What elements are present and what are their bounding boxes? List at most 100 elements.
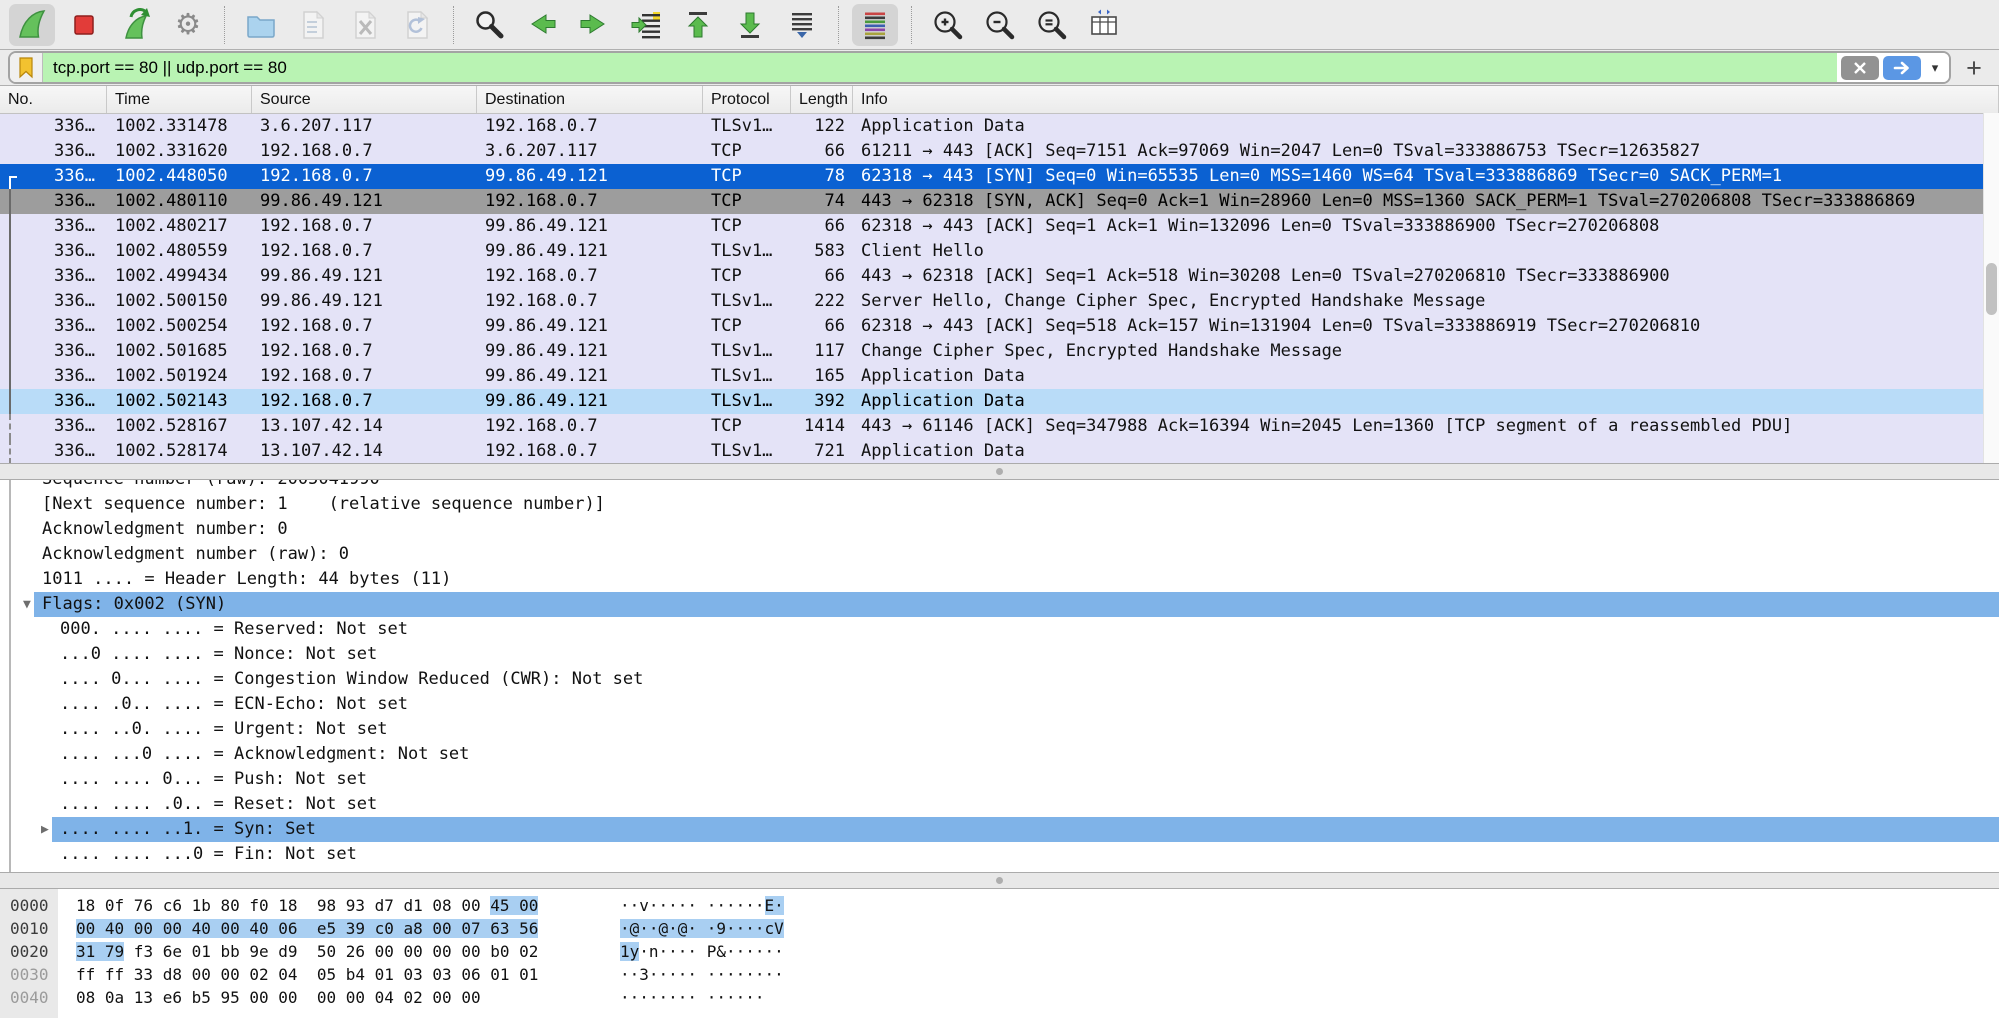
- hex-row[interactable]: 000018 0f 76 c6 1b 80 f0 18 98 93 d7 d1 …: [0, 894, 1999, 917]
- packet-list-scrollbar[interactable]: [1983, 113, 1999, 463]
- detail-line[interactable]: ▼Flags: 0x002 (SYN): [0, 592, 1999, 617]
- filter-apply-button[interactable]: [1883, 56, 1921, 80]
- next-packet-button[interactable]: [571, 4, 617, 46]
- expand-arrow-icon[interactable]: ▼: [23, 592, 31, 617]
- save-file-button[interactable]: [290, 4, 336, 46]
- column-header-length[interactable]: Length: [791, 86, 853, 113]
- bookmark-icon[interactable]: [10, 53, 43, 82]
- display-filter-field[interactable]: tcp.port == 80 || udp.port == 80 ▾: [8, 51, 1951, 84]
- packet-row[interactable]: 336…1002.52817413.107.42.14192.168.0.7TL…: [0, 439, 1999, 463]
- column-header-info[interactable]: Info: [853, 86, 1999, 113]
- open-file-button[interactable]: [238, 4, 284, 46]
- filter-add-button[interactable]: +: [1957, 52, 1991, 84]
- go-to-packet-button[interactable]: [623, 4, 669, 46]
- hex-ascii[interactable]: 1y·n···· P&······: [620, 940, 784, 963]
- column-header-source[interactable]: Source: [252, 86, 477, 113]
- packet-row[interactable]: 336…1002.502143192.168.0.799.86.49.121TL…: [0, 389, 1999, 414]
- capture-options-button[interactable]: ⚙: [165, 4, 211, 46]
- start-capture-button[interactable]: [9, 4, 55, 46]
- stop-icon: [67, 8, 101, 42]
- hex-bytes[interactable]: 00 40 00 00 40 00 40 06 e5 39 c0 a8 00 0…: [76, 917, 538, 940]
- column-header-no[interactable]: No.: [0, 86, 107, 113]
- hex-row[interactable]: 004008 0a 13 e6 b5 95 00 00 00 00 04 02 …: [0, 986, 1999, 1009]
- column-header-protocol[interactable]: Protocol: [703, 86, 791, 113]
- expand-arrow-icon[interactable]: ▶: [41, 817, 49, 842]
- column-header-destination[interactable]: Destination: [477, 86, 703, 113]
- find-packet-button[interactable]: [467, 4, 513, 46]
- zoom-reset-button[interactable]: [1029, 4, 1075, 46]
- packet-row[interactable]: 336…1002.52816713.107.42.14192.168.0.7TC…: [0, 414, 1999, 439]
- packet-row[interactable]: 336…1002.501685192.168.0.799.86.49.121TL…: [0, 339, 1999, 364]
- zoom-in-button[interactable]: [925, 4, 971, 46]
- cell-proto: TCP: [703, 414, 791, 439]
- hex-ascii[interactable]: ·@··@·@· ·9····cV: [620, 917, 784, 940]
- zoom-out-button[interactable]: [977, 4, 1023, 46]
- cell-info: Application Data: [853, 364, 1999, 389]
- hex-row[interactable]: 002031 79 f3 6e 01 bb 9e d9 50 26 00 00 …: [0, 940, 1999, 963]
- detail-line[interactable]: .... .... 0... = Push: Not set: [0, 767, 1999, 792]
- detail-line[interactable]: .... 0... .... = Congestion Window Reduc…: [0, 667, 1999, 692]
- filter-clear-button[interactable]: [1841, 56, 1879, 80]
- cell-proto: TCP: [703, 139, 791, 164]
- chevron-down-icon: ▾: [1932, 60, 1939, 76]
- hex-ascii[interactable]: ········ ······: [620, 986, 765, 1009]
- column-header-time[interactable]: Time: [107, 86, 252, 113]
- cell-proto: TCP: [703, 264, 791, 289]
- filter-input[interactable]: tcp.port == 80 || udp.port == 80: [43, 53, 1837, 82]
- restart-capture-button[interactable]: [113, 4, 159, 46]
- detail-line[interactable]: 000. .... .... = Reserved: Not set: [0, 617, 1999, 642]
- close-file-button[interactable]: [342, 4, 388, 46]
- cell-info: 62318 → 443 [SYN] Seq=0 Win=65535 Len=0 …: [853, 164, 1999, 189]
- scrollbar-thumb[interactable]: [1986, 263, 1997, 315]
- packet-row[interactable]: 336…1002.501924192.168.0.799.86.49.121TL…: [0, 364, 1999, 389]
- packet-row[interactable]: 336…1002.448050192.168.0.799.86.49.121TC…: [0, 164, 1999, 189]
- hex-row[interactable]: 001000 40 00 00 40 00 40 06 e5 39 c0 a8 …: [0, 917, 1999, 940]
- hex-bytes[interactable]: 18 0f 76 c6 1b 80 f0 18 98 93 d7 d1 08 0…: [76, 894, 538, 917]
- cell-info: 61211 → 443 [ACK] Seq=7151 Ack=97069 Win…: [853, 139, 1999, 164]
- bookmark-ribbon-icon: [17, 57, 35, 79]
- packet-row[interactable]: 336…1002.48011099.86.49.121192.168.0.7TC…: [0, 189, 1999, 214]
- colorize-button[interactable]: [852, 4, 898, 46]
- filter-dropdown-arrow[interactable]: ▾: [1923, 60, 1947, 76]
- detail-line[interactable]: .... .0.. .... = ECN-Echo: Not set: [0, 692, 1999, 717]
- detail-line[interactable]: .... ...0 .... = Acknowledgment: Not set: [0, 742, 1999, 767]
- previous-packet-button[interactable]: [519, 4, 565, 46]
- detail-line[interactable]: ...0 .... .... = Nonce: Not set: [0, 642, 1999, 667]
- detail-line[interactable]: Acknowledgment number: 0: [0, 517, 1999, 542]
- hex-bytes[interactable]: 08 0a 13 e6 b5 95 00 00 00 00 04 02 00 0…: [76, 986, 481, 1009]
- resize-columns-button[interactable]: [1081, 4, 1127, 46]
- last-packet-button[interactable]: [727, 4, 773, 46]
- reload-file-button[interactable]: [394, 4, 440, 46]
- detail-line[interactable]: Acknowledgment number (raw): 0: [0, 542, 1999, 567]
- pane-splitter-top[interactable]: [0, 463, 1999, 480]
- first-packet-button[interactable]: [675, 4, 721, 46]
- packet-row[interactable]: 336…1002.331620192.168.0.73.6.207.117TCP…: [0, 139, 1999, 164]
- arrow-up-bar-icon: [681, 8, 715, 42]
- stop-capture-button[interactable]: [61, 4, 107, 46]
- detail-line[interactable]: [Next sequence number: 1 (relative seque…: [0, 492, 1999, 517]
- auto-scroll-button[interactable]: [779, 4, 825, 46]
- packet-row[interactable]: 336…1002.49943499.86.49.121192.168.0.7TC…: [0, 264, 1999, 289]
- detail-line[interactable]: .... ..0. .... = Urgent: Not set: [0, 717, 1999, 742]
- hex-row[interactable]: 0030ff ff 33 d8 00 00 02 04 05 b4 01 03 …: [0, 963, 1999, 986]
- hex-bytes[interactable]: ff ff 33 d8 00 00 02 04 05 b4 01 03 03 0…: [76, 963, 538, 986]
- hex-bytes[interactable]: 31 79 f3 6e 01 bb 9e d9 50 26 00 00 00 0…: [76, 940, 538, 963]
- cell-proto: TLSv1…: [703, 339, 791, 364]
- hex-ascii[interactable]: ··v····· ······E·: [620, 894, 784, 917]
- cell-len: 66: [791, 139, 853, 164]
- detail-line[interactable]: .... .... .0.. = Reset: Not set: [0, 792, 1999, 817]
- detail-line[interactable]: 1011 .... = Header Length: 44 bytes (11): [0, 567, 1999, 592]
- packet-row[interactable]: 336…1002.480217192.168.0.799.86.49.121TC…: [0, 214, 1999, 239]
- save-file-icon: [296, 8, 330, 42]
- detail-line[interactable]: Sequence number (raw): 2005041990: [0, 480, 1999, 492]
- packet-row[interactable]: 336…1002.50015099.86.49.121192.168.0.7TL…: [0, 289, 1999, 314]
- cell-info: 62318 → 443 [ACK] Seq=1 Ack=1 Win=132096…: [853, 214, 1999, 239]
- packet-row[interactable]: 336…1002.500254192.168.0.799.86.49.121TC…: [0, 314, 1999, 339]
- pane-splitter-bottom[interactable]: [0, 872, 1999, 889]
- detail-line[interactable]: .... .... ...0 = Fin: Not set: [0, 842, 1999, 867]
- packet-row[interactable]: 336…1002.3314783.6.207.117192.168.0.7TLS…: [0, 114, 1999, 139]
- hex-ascii[interactable]: ··3····· ········: [620, 963, 784, 986]
- packet-row[interactable]: 336…1002.480559192.168.0.799.86.49.121TL…: [0, 239, 1999, 264]
- detail-line[interactable]: ▶.... .... ..1. = Syn: Set: [0, 817, 1999, 842]
- magnifier-icon: [473, 8, 507, 42]
